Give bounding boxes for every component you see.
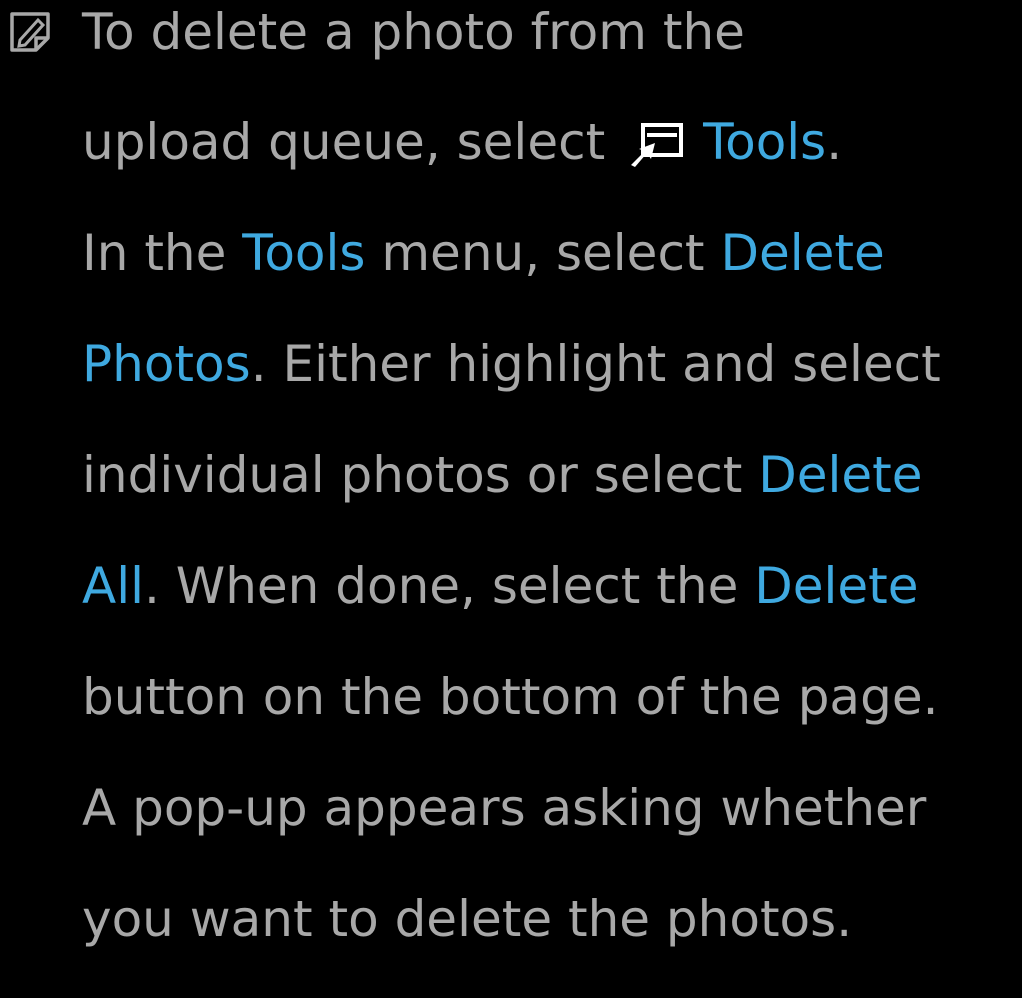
tools-link: Tools bbox=[703, 113, 827, 171]
paragraph-line-7: button on the bottom of the page. bbox=[82, 668, 939, 726]
paragraph-line-9: you want to delete the photos. bbox=[82, 890, 853, 948]
paragraph-line-8: A pop-up appears asking whether bbox=[82, 779, 927, 837]
delete-photos-link: Photos bbox=[82, 335, 251, 393]
paragraph-line-1: To delete a photo from the bbox=[82, 3, 745, 61]
tools-remote-icon bbox=[631, 123, 684, 167]
delete-photos-link: Delete bbox=[720, 224, 885, 282]
paragraph-line-6: All. When done, select the Delete bbox=[82, 557, 919, 615]
delete-all-link: All bbox=[82, 557, 144, 615]
paragraph-line-3: In the Tools menu, select Delete bbox=[82, 224, 885, 282]
note-paragraph: To delete a photo from the upload queue,… bbox=[82, 0, 1017, 998]
delete-button-link: Delete bbox=[754, 557, 919, 615]
note-pencil-icon bbox=[10, 12, 50, 52]
paragraph-line-5: individual photos or select Delete bbox=[82, 446, 923, 504]
tools-link: Tools bbox=[242, 224, 366, 282]
paragraph-line-4: Photos. Either highlight and select bbox=[82, 335, 941, 393]
paragraph-line-2: upload queue, select Tools. bbox=[82, 113, 843, 171]
delete-all-link: Delete bbox=[758, 446, 923, 504]
